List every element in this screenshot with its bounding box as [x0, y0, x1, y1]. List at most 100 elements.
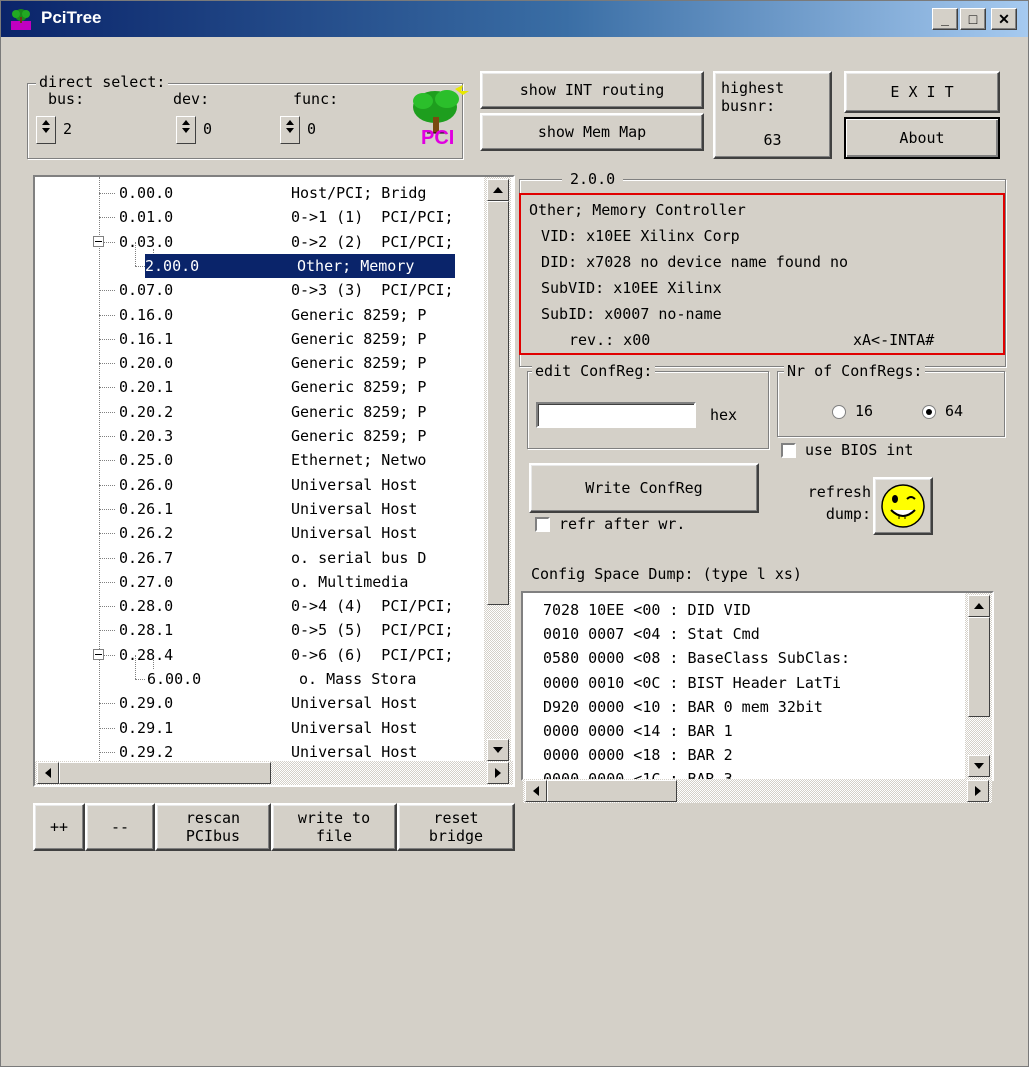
spin-down-icon[interactable]	[42, 128, 50, 133]
tree-row[interactable]: 0.26.7 o. serial bus D	[119, 546, 487, 570]
dump-row: 0580 0000 <08 : BaseClass SubClas:	[543, 649, 851, 668]
radio-64[interactable]: 64	[922, 402, 963, 420]
tree-row-desc: o. Multimedia	[291, 572, 409, 591]
tree-row[interactable]: 2.00.0 Other; Memory	[144, 252, 456, 279]
tree-row-id: 0.28.1	[119, 621, 174, 640]
tree-row-desc: Generic 8259; P	[291, 305, 427, 324]
scroll-up-button[interactable]	[487, 179, 509, 201]
tree-row[interactable]: 0.20.0 Generic 8259; P	[119, 351, 487, 375]
dump-hscroll-thumb[interactable]	[547, 780, 677, 802]
nr-confregs-label: Nr of ConfRegs:	[784, 362, 926, 380]
refr-after-wr-checkbox[interactable]	[535, 517, 550, 532]
tree-row[interactable]: 0.07.0 0->3 (3) PCI/PCI;	[119, 278, 487, 302]
spin-down-icon[interactable]	[182, 128, 190, 133]
show-mem-map-button[interactable]: show Mem Map	[480, 113, 704, 151]
arrow-left-icon	[45, 768, 51, 778]
reset-bridge-button[interactable]: reset bridge	[397, 803, 515, 851]
dump-hscrollbar[interactable]	[523, 779, 992, 803]
collapse-all-button[interactable]: --	[85, 803, 155, 851]
rescan-pcibus-button[interactable]: rescan PCIbus	[155, 803, 271, 851]
tree-row[interactable]: 0.26.0 Universal Host	[119, 473, 487, 497]
dump-scroll-right-button[interactable]	[967, 780, 989, 802]
tree-row-id: 0.20.0	[119, 354, 174, 373]
tree-row[interactable]: 0.16.0 Generic 8259; P	[119, 303, 487, 327]
refresh-dump-button[interactable]	[873, 477, 933, 535]
tree-hscroll-thumb[interactable]	[59, 762, 271, 784]
write-confreg-button[interactable]: Write ConfReg	[529, 463, 759, 513]
use-bios-int-checkbox[interactable]	[781, 443, 796, 458]
tree-row[interactable]: 0.03.0 0->2 (2) PCI/PCI;	[119, 230, 487, 254]
tree-row[interactable]: 0.25.0 Ethernet; Netwo	[119, 448, 487, 472]
write-to-file-button[interactable]: write to file	[271, 803, 397, 851]
vid-text: VID: x10EE Xilinx Corp	[541, 227, 740, 245]
show-int-routing-button[interactable]: show INT routing	[480, 71, 704, 109]
tree-row[interactable]: 0.20.3 Generic 8259; P	[119, 424, 487, 448]
tree-hscrollbar[interactable]	[35, 761, 513, 785]
bus-spinner[interactable]	[36, 116, 56, 144]
tree-vscrollbar[interactable]	[484, 177, 511, 761]
subid-text: SubID: x0007 no-name	[541, 305, 722, 323]
title-bar[interactable]: PciTree _ □ ✕	[1, 1, 1028, 37]
func-label: func:	[293, 90, 339, 108]
tree-vscroll-thumb[interactable]	[487, 201, 509, 605]
tree-row-id: 0.20.2	[119, 402, 174, 421]
config-dump-list[interactable]: 7028 10EE <00 : DID VID 0010 0007 <04 : S…	[523, 593, 992, 779]
tree-row-id: 0.26.0	[119, 475, 174, 494]
dev-spinner[interactable]	[176, 116, 196, 144]
tree-row[interactable]: 0.16.1 Generic 8259; P	[119, 327, 487, 351]
dump-scroll-down-button[interactable]	[968, 755, 990, 777]
pci-tree[interactable]: 0.00.0 Host/PCI; Bridg 0.01.0 0->1 (1) PCI/…	[35, 177, 513, 785]
collapse-node-icon[interactable]	[93, 648, 104, 660]
about-button[interactable]: About	[844, 117, 1000, 159]
confreg-input[interactable]	[536, 402, 696, 428]
arrow-down-icon	[974, 763, 984, 769]
edit-confreg-label: edit ConfReg:	[532, 362, 656, 380]
tree-row[interactable]: 0.00.0 Host/PCI; Bridg	[119, 181, 487, 205]
tree-row[interactable]: 0.28.0 0->4 (4) PCI/PCI;	[119, 594, 487, 618]
func-spinner[interactable]	[280, 116, 300, 144]
tree-row-id: 0.16.0	[119, 305, 174, 324]
tree-row[interactable]: 0.26.1 Universal Host	[119, 497, 487, 521]
spin-up-icon[interactable]	[42, 120, 50, 125]
scroll-right-button[interactable]	[487, 762, 509, 784]
radio-64-button[interactable]	[922, 404, 936, 419]
radio-16-button[interactable]	[832, 404, 846, 419]
spin-down-icon[interactable]	[286, 128, 294, 133]
scroll-down-button[interactable]	[487, 739, 509, 761]
minimize-button[interactable]: _	[932, 8, 958, 30]
tree-row[interactable]: 0.26.2 Universal Host	[119, 521, 487, 545]
collapse-node-icon[interactable]	[93, 235, 104, 247]
highest-busnr-box: highest busnr: 63	[713, 71, 832, 159]
tree-row[interactable]: 0.20.1 Generic 8259; P	[119, 375, 487, 399]
dump-vscrollbar[interactable]	[965, 593, 992, 779]
tree-row[interactable]: 0.28.1 0->5 (5) PCI/PCI;	[119, 618, 487, 642]
radio-16[interactable]: 16	[832, 402, 873, 420]
nr-confregs-group: Nr of ConfRegs: 16 64	[777, 362, 1005, 437]
arrow-down-icon	[493, 747, 503, 753]
exit-button[interactable]: E X I T	[844, 71, 1000, 113]
scroll-left-button[interactable]	[37, 762, 59, 784]
expand-all-button[interactable]: ++	[33, 803, 85, 851]
spin-up-icon[interactable]	[182, 120, 190, 125]
dump-vscroll-thumb[interactable]	[968, 617, 990, 717]
edit-confreg-group: edit ConfReg: hex	[527, 362, 769, 449]
use-bios-int[interactable]: use BIOS int	[781, 441, 913, 459]
tree-connector	[99, 338, 115, 340]
tree-row[interactable]: 0.29.1 Universal Host	[119, 716, 487, 740]
bus-value: 2	[63, 120, 73, 138]
tree-row-id: 0.26.2	[119, 524, 174, 543]
direct-select-group: direct select: bus: dev: func: 2 0 0	[27, 73, 463, 159]
close-button[interactable]: ✕	[991, 8, 1017, 30]
tree-row-desc: Generic 8259; P	[291, 402, 427, 421]
tree-row[interactable]: 6.00.0 o. Mass Stora	[147, 667, 487, 691]
tree-row[interactable]: 0.01.0 0->1 (1) PCI/PCI;	[119, 205, 487, 229]
tree-row[interactable]: 0.20.2 Generic 8259; P	[119, 400, 487, 424]
dump-scroll-left-button[interactable]	[525, 780, 547, 802]
tree-row[interactable]: 0.28.4 0->6 (6) PCI/PCI;	[119, 643, 487, 667]
dump-scroll-up-button[interactable]	[968, 595, 990, 617]
maximize-button[interactable]: □	[960, 8, 986, 30]
tree-row[interactable]: 0.29.0 Universal Host	[119, 691, 487, 715]
tree-row[interactable]: 0.27.0 o. Multimedia	[119, 570, 487, 594]
refr-after-wr[interactable]: refr after wr.	[535, 515, 685, 533]
spin-up-icon[interactable]	[286, 120, 294, 125]
